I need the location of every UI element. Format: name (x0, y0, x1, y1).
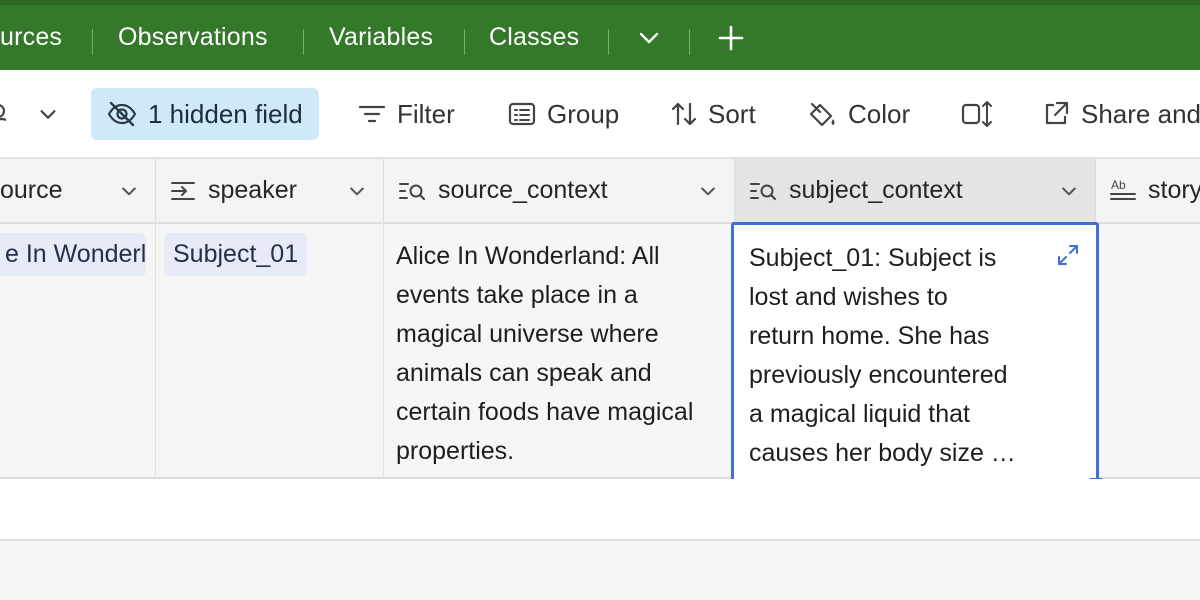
linked-record-label: Subject_01 (173, 240, 299, 268)
color-label: Color (848, 98, 911, 129)
column-header-speaker[interactable]: speaker (156, 159, 384, 222)
linked-record-pill[interactable]: e In Wonderla (0, 233, 146, 276)
filter-button[interactable]: Filter (358, 88, 455, 140)
tab-separator (303, 29, 304, 55)
text-line: certain foods have magical (396, 398, 694, 426)
view-people-icon (0, 104, 7, 122)
more-tables-chevron-icon[interactable] (637, 5, 661, 70)
tab-separator (689, 29, 690, 55)
sort-label: Sort (708, 98, 756, 129)
tab-separator (608, 29, 609, 55)
tab-variables[interactable]: Variables (329, 5, 433, 70)
column-header-label: ource (0, 176, 63, 204)
tab-separator (464, 29, 465, 55)
long-text-field-type-icon: Ab (1110, 178, 1136, 200)
cell-source-context[interactable]: Alice In Wonderland: All events take pla… (384, 224, 735, 477)
tab-observations[interactable]: Observations (118, 5, 268, 70)
sort-arrows-icon (671, 102, 697, 126)
eye-off-icon (107, 101, 137, 127)
cell-text: Subject_01: Subject is lost and wishes t… (749, 239, 1049, 473)
column-header-subject-context[interactable]: subject_context (735, 159, 1096, 222)
filter-label: Filter (397, 98, 455, 129)
column-menu-chevron-icon[interactable] (698, 181, 718, 201)
hidden-fields-button[interactable]: 1 hidden field (91, 88, 319, 140)
text-line: causes her body size … (749, 439, 1016, 467)
column-menu-chevron-icon[interactable] (347, 181, 367, 201)
cell-speaker[interactable]: Subject_01 (156, 224, 384, 477)
filter-icon (358, 105, 386, 123)
row-height-icon (961, 101, 992, 127)
sort-button[interactable]: Sort (671, 88, 756, 140)
add-row-area[interactable] (0, 479, 1200, 541)
column-header-story[interactable]: Ab story (1096, 159, 1200, 222)
tab-sources[interactable]: urces (0, 5, 62, 70)
view-switcher-button[interactable] (0, 88, 70, 140)
linked-record-label: e In Wonderla (5, 240, 146, 268)
text-field-type-icon (171, 181, 195, 200)
text-line: lost and wishes to (749, 283, 948, 311)
grid-footer (0, 541, 1200, 600)
text-line: properties. (396, 437, 515, 465)
group-label: Group (547, 98, 620, 129)
text-line: animals can speak and (396, 359, 652, 387)
table-tab-bar: urces Observations Variables Classes (0, 0, 1200, 70)
column-header-label: speaker (208, 176, 297, 204)
lookup-field-type-icon (399, 182, 426, 200)
text-line: Subject_01: Subject is (749, 244, 997, 272)
cell-source[interactable]: e In Wonderla (0, 224, 156, 477)
text-line: previously encountered (749, 361, 1008, 389)
share-and-sync-button[interactable]: Share and (1042, 88, 1200, 140)
column-menu-chevron-icon[interactable] (1059, 181, 1079, 201)
color-button[interactable]: Color (807, 88, 910, 140)
cell-story[interactable] (1096, 224, 1200, 477)
tab-classes[interactable]: Classes (489, 5, 579, 70)
column-menu-chevron-icon[interactable] (119, 181, 139, 201)
paint-bucket-icon (809, 102, 835, 127)
share-label: Share and (1081, 98, 1200, 129)
chevron-down-icon (40, 110, 56, 119)
column-header-label: subject_context (789, 176, 963, 204)
view-toolbar: 1 hidden field Filter Group Sort Color S… (0, 70, 1200, 159)
external-share-icon (1045, 101, 1069, 125)
text-line: Alice In Wonderland: All (396, 242, 660, 270)
group-icon (508, 102, 536, 126)
svg-text:Ab: Ab (1111, 178, 1126, 192)
linked-record-pill[interactable]: Subject_01 (164, 233, 308, 276)
hidden-fields-label: 1 hidden field (148, 98, 303, 129)
column-header-label: story (1148, 176, 1200, 204)
cell-text: Alice In Wonderland: All events take pla… (396, 237, 693, 471)
text-line: return home. She has (749, 322, 990, 350)
add-table-plus-icon[interactable] (717, 5, 745, 70)
lookup-field-type-icon (750, 182, 777, 200)
tab-separator (92, 29, 93, 55)
group-button[interactable]: Group (508, 88, 619, 140)
text-line: a magical liquid that (749, 400, 970, 428)
grid-header: ource speaker source_context subject_con… (0, 159, 1200, 224)
cell-subject-context-active[interactable]: Subject_01: Subject is lost and wishes t… (731, 222, 1099, 487)
column-header-source-context[interactable]: source_context (384, 159, 735, 222)
text-line: events take place in a (396, 281, 638, 309)
expand-cell-icon[interactable] (1056, 243, 1080, 267)
text-line: magical universe where (396, 320, 659, 348)
column-header-label: source_context (438, 176, 608, 204)
column-header-source[interactable]: ource (0, 159, 156, 222)
row-height-button[interactable] (961, 88, 1004, 140)
